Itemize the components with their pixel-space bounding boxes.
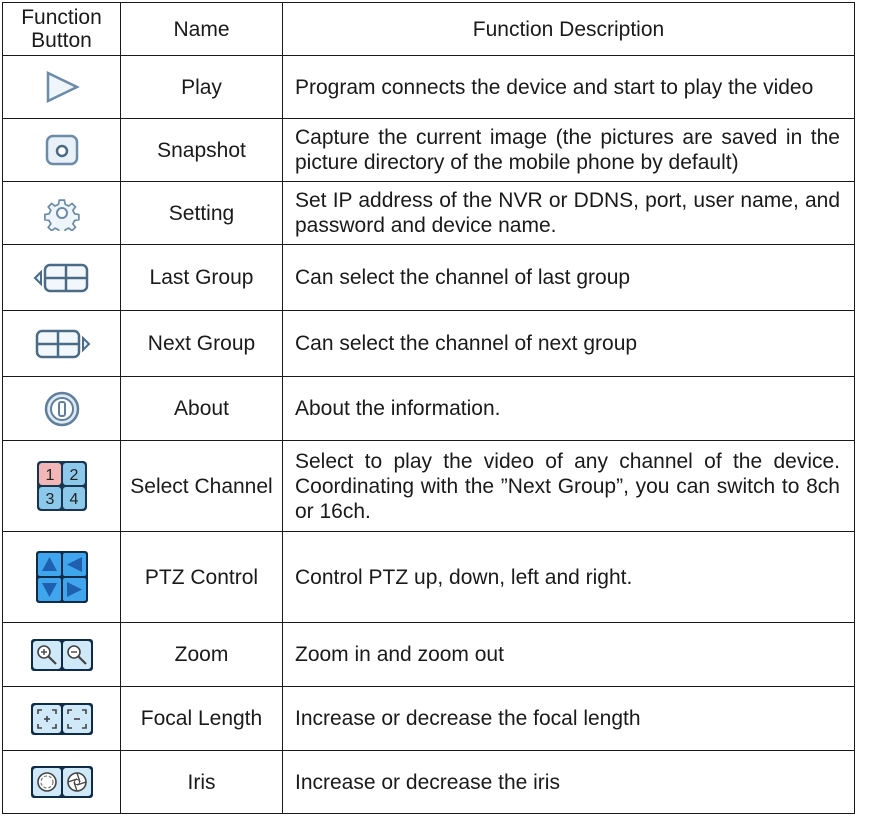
- select-channel-button-cell: 1 2 3 4: [2, 440, 121, 532]
- table-row: Zoom Zoom in and zoom out: [2, 622, 855, 687]
- header-function-button: Function Button: [2, 2, 121, 56]
- row-description: Increase or decrease the focal length: [282, 686, 855, 751]
- ptz-arrows-icon: [35, 551, 88, 603]
- next-group-icon: [35, 329, 90, 358]
- about-button-cell: [2, 376, 121, 441]
- row-description: Increase or decrease the iris: [282, 750, 855, 814]
- table-row: Focal Length Increase or decrease the fo…: [2, 686, 855, 751]
- row-name: Focal Length: [120, 686, 283, 751]
- table-row: Snapshot Capture the current image (the …: [2, 118, 855, 182]
- info-icon: [44, 391, 79, 426]
- focus-icon: [30, 702, 93, 735]
- row-description: Select to play the video of any channel …: [282, 440, 855, 532]
- row-description: Capture the current image (the pictures …: [282, 118, 855, 182]
- row-name: Play: [120, 55, 283, 119]
- row-name: Iris: [120, 750, 283, 814]
- last-group-button-cell: [2, 244, 121, 311]
- table-row: Setting Set IP address of the NVR or DDN…: [2, 181, 855, 245]
- row-description: Control PTZ up, down, left and right.: [282, 531, 855, 623]
- row-description: Zoom in and zoom out: [282, 622, 855, 687]
- play-icon: [46, 71, 80, 103]
- row-description: About the information.: [282, 376, 855, 441]
- row-name: Setting: [120, 181, 283, 245]
- next-group-button-cell: [2, 310, 121, 377]
- channel-3-label: 3: [45, 491, 54, 508]
- iris-icon: [30, 766, 93, 798]
- row-name: Last Group: [120, 244, 283, 311]
- iris-button-cell: [2, 750, 121, 814]
- table-row: Play Program connects the device and sta…: [2, 55, 855, 119]
- gear-icon: [43, 199, 80, 231]
- table-row: Next Group Can select the channel of nex…: [2, 310, 855, 377]
- row-description: Can select the channel of next group: [282, 310, 855, 377]
- table-row: About About the information.: [2, 376, 855, 441]
- row-description: Can select the channel of last group: [282, 244, 855, 311]
- row-name: Select Channel: [120, 440, 283, 532]
- camera-icon: [45, 134, 78, 166]
- header-description: Function Description: [282, 2, 855, 56]
- function-table: Function Button Name Function Descriptio…: [2, 2, 855, 814]
- header-name: Name: [120, 2, 283, 56]
- row-name: Next Group: [120, 310, 283, 377]
- setting-button-cell: [2, 181, 121, 245]
- table-header-row: Function Button Name Function Descriptio…: [2, 2, 855, 56]
- table-row: 1 2 3 4 Select Channel Select to play th…: [2, 440, 855, 532]
- table-row: Iris Increase or decrease the iris: [2, 750, 855, 814]
- row-description: Set IP address of the NVR or DDNS, port,…: [282, 181, 855, 245]
- channel-4-label: 4: [69, 491, 78, 508]
- row-name: PTZ Control: [120, 531, 283, 623]
- channel-2-label: 2: [69, 467, 78, 484]
- play-button-cell: [2, 55, 121, 119]
- table-row: PTZ Control Control PTZ up, down, left a…: [2, 531, 855, 623]
- channel-1-label: 1: [45, 467, 54, 484]
- snapshot-button-cell: [2, 118, 121, 182]
- row-description: Program connects the device and start to…: [282, 55, 855, 119]
- row-name: Snapshot: [120, 118, 283, 182]
- table-row: Last Group Can select the channel of las…: [2, 244, 855, 311]
- channel-grid-icon: 1 2 3 4: [36, 461, 87, 511]
- focal-length-button-cell: [2, 686, 121, 751]
- row-name: About: [120, 376, 283, 441]
- row-name: Zoom: [120, 622, 283, 687]
- ptz-control-button-cell: [2, 531, 121, 623]
- zoom-button-cell: [2, 622, 121, 687]
- last-group-icon: [33, 263, 88, 292]
- zoom-icon: [30, 638, 93, 671]
